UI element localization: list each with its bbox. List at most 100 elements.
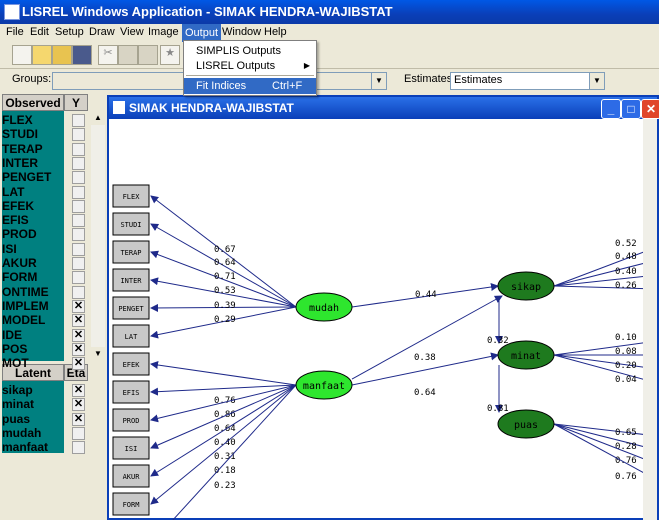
- list-item-sikap[interactable]: sikap: [2, 383, 33, 397]
- menu-window[interactable]: Window: [222, 26, 261, 38]
- checkbox-mot[interactable]: ✕: [72, 357, 85, 371]
- checkbox-isi[interactable]: [72, 242, 85, 256]
- menu-item-lisrel-outputs[interactable]: LISREL Outputs ▶: [184, 58, 316, 74]
- checkbox-mudah[interactable]: [72, 426, 85, 440]
- cut-icon[interactable]: ✂: [98, 45, 118, 65]
- checkbox-prod[interactable]: [72, 228, 85, 242]
- paste-icon[interactable]: [138, 45, 158, 65]
- list-item-manfaat[interactable]: manfaat: [2, 440, 48, 454]
- list-item-inter[interactable]: INTER: [2, 156, 38, 170]
- list-item-pos[interactable]: POS: [2, 342, 27, 356]
- observed-box-label: PROD: [123, 417, 140, 425]
- menu-help[interactable]: Help: [264, 26, 287, 38]
- path-arrow: [351, 295, 503, 380]
- menu-file[interactable]: File: [6, 26, 24, 38]
- list-item-efek[interactable]: EFEK: [2, 199, 34, 213]
- checkbox-pos[interactable]: ✕: [72, 342, 85, 356]
- list-item-penget[interactable]: PENGET: [2, 170, 51, 184]
- loading-arrow: [553, 354, 657, 386]
- observed-box-label: FORM: [123, 501, 140, 509]
- checkbox-minat[interactable]: ✕: [72, 398, 85, 412]
- observed-box-label: ISI: [125, 445, 138, 453]
- observed-scrollbar[interactable]: ▲ ▼: [91, 111, 105, 361]
- loading-label: 0.53: [214, 286, 236, 296]
- checkbox-manfaat[interactable]: [72, 441, 85, 455]
- scroll-up-icon[interactable]: ▲: [91, 111, 105, 125]
- open-file-icon[interactable]: [52, 45, 72, 65]
- checkbox-puas[interactable]: ✕: [72, 412, 85, 426]
- loading-label: 0.10: [615, 333, 637, 343]
- list-item-studi[interactable]: STUDI: [2, 127, 38, 141]
- checkbox-terap[interactable]: [72, 142, 85, 156]
- loading-label: 0.67: [214, 245, 236, 255]
- copy-icon[interactable]: [118, 45, 138, 65]
- new-file-icon[interactable]: [12, 45, 32, 65]
- checkbox-form[interactable]: [72, 271, 85, 285]
- output-menu-dropdown: SIMPLIS Outputs LISREL Outputs ▶ Fit Ind…: [183, 40, 317, 96]
- checkbox-penget[interactable]: [72, 171, 85, 185]
- list-item-prod[interactable]: PROD: [2, 227, 37, 241]
- loading-arrow: [553, 423, 657, 481]
- checkbox-efis[interactable]: [72, 214, 85, 228]
- close-icon[interactable]: ✕: [641, 99, 659, 119]
- checkbox-inter[interactable]: [72, 156, 85, 170]
- checkbox-implem[interactable]: ✕: [72, 299, 85, 313]
- list-item-isi[interactable]: ISI: [2, 242, 17, 256]
- scroll-down-icon[interactable]: ▼: [91, 347, 105, 361]
- menu-item-simplis-outputs[interactable]: SIMPLIS Outputs: [184, 43, 316, 59]
- list-item-minat[interactable]: minat: [2, 397, 34, 411]
- loading-label: 0.86: [214, 410, 236, 420]
- checkbox-sikap[interactable]: ✕: [72, 384, 85, 397]
- loading-arrow: [553, 337, 657, 356]
- checkbox-akur[interactable]: [72, 257, 85, 270]
- list-item-ontime[interactable]: ONTIME: [2, 285, 49, 299]
- checkbox-studi[interactable]: [72, 128, 85, 142]
- loading-label: 0.08: [615, 347, 637, 357]
- open-folder-icon[interactable]: [32, 45, 52, 65]
- menu-draw[interactable]: Draw: [89, 26, 115, 38]
- loading-label: 0.40: [615, 267, 637, 277]
- checkbox-lat[interactable]: [72, 185, 85, 199]
- fit-indices-shortcut: Ctrl+F: [272, 80, 303, 92]
- chevron-down-icon: ▼: [589, 73, 604, 89]
- checkbox-ontime[interactable]: [72, 285, 85, 299]
- save-icon[interactable]: [72, 45, 92, 65]
- list-item-model[interactable]: MODEL: [2, 313, 45, 327]
- observed-box-label: LAT: [125, 333, 138, 341]
- list-item-flex[interactable]: FLEX: [2, 113, 33, 127]
- estimates-value: Estimates: [454, 74, 503, 86]
- checkbox-efek[interactable]: [72, 199, 85, 213]
- list-item-puas[interactable]: puas: [2, 412, 30, 426]
- loading-label: 0.65: [615, 428, 637, 438]
- minimize-icon[interactable]: _: [601, 99, 621, 119]
- menu-edit[interactable]: Edit: [30, 26, 49, 38]
- checkbox-model[interactable]: ✕: [72, 314, 85, 328]
- loading-arrow: [553, 284, 657, 293]
- list-item-form[interactable]: FORM: [2, 270, 37, 284]
- list-item-mot[interactable]: MOT: [2, 356, 29, 370]
- list-item-terap[interactable]: TERAP: [2, 142, 43, 156]
- list-item-implem[interactable]: IMPLEM: [2, 299, 49, 313]
- loading-label: 0.71: [214, 272, 236, 282]
- loading-label: 0.64: [214, 424, 236, 434]
- estimates-combo[interactable]: Estimates ▼: [450, 72, 605, 90]
- app-title-bar: LISREL Windows Application - SIMAK HENDR…: [0, 0, 659, 24]
- submenu-arrow-icon: ▶: [303, 61, 310, 70]
- checkbox-flex[interactable]: [72, 114, 85, 127]
- list-item-ide[interactable]: IDE: [2, 328, 22, 342]
- loading-arrow: [150, 361, 297, 386]
- menu-view[interactable]: View: [120, 26, 144, 38]
- toolbar: ✂ ★: [0, 42, 659, 69]
- path-diagram: 0.67 0.64 0.71 0.53 0.39 0.29 0.76 0.86 0.64 0.40…: [112, 119, 657, 520]
- list-item-efis[interactable]: EFIS: [2, 213, 29, 227]
- run-icon[interactable]: ★: [160, 45, 180, 65]
- menu-setup[interactable]: Setup: [55, 26, 84, 38]
- list-item-akur[interactable]: AKUR: [2, 256, 37, 270]
- menu-item-fit-indices[interactable]: Fit Indices Ctrl+F: [184, 78, 316, 94]
- maximize-icon[interactable]: □: [621, 99, 641, 119]
- menu-image[interactable]: Image: [148, 26, 179, 38]
- estimates-label: Estimates:: [404, 73, 456, 85]
- checkbox-ide[interactable]: ✕: [72, 328, 85, 342]
- list-item-mudah[interactable]: mudah: [2, 426, 41, 440]
- list-item-lat[interactable]: LAT: [2, 185, 24, 199]
